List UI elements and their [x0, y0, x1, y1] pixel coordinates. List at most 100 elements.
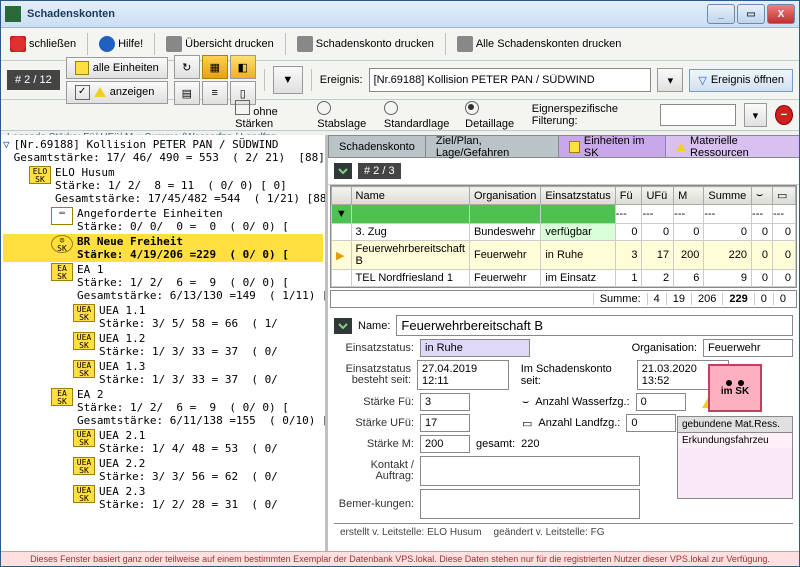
open-ereignis-button[interactable]: ▽Ereignis öffnen [689, 69, 793, 92]
toggle1-button[interactable]: ▦ [202, 55, 228, 79]
name-field[interactable]: Feuerwehrbereitschaft B [396, 315, 793, 336]
toggle2-button[interactable]: ◧ [230, 55, 256, 79]
table-row[interactable]: TEL Nordfriesland 1Feuerwehrim Einsatz12… [332, 270, 796, 287]
col-name[interactable]: Name [351, 187, 469, 205]
stab-radio[interactable]: Stabslage [317, 101, 376, 130]
show-label: anzeigen [110, 86, 155, 98]
tree-uea13[interactable]: UEASKUEA 1.3Stärke: 1/ 3/ 33 = 37 ( 0/ [3, 359, 323, 387]
tree-uea12[interactable]: UEASKUEA 1.2Stärke: 1/ 3/ 33 = 37 ( 0/ [3, 331, 323, 359]
ereignis-label: Ereignis: [320, 74, 363, 86]
app-icon [5, 6, 21, 22]
detail-footer: erstellt v. Leitstelle: ELO Husum geände… [334, 523, 793, 552]
tree-angeforderte[interactable]: ▭Angeforderte EinheitenStärke: 0/ 0/ 0 =… [3, 206, 323, 234]
grid-button[interactable]: ▤ [174, 81, 200, 105]
minimize-button[interactable]: _ [707, 4, 735, 24]
print-all-button[interactable]: Alle Schadenskonten drucken [452, 33, 627, 55]
m-field[interactable]: 200 [420, 435, 470, 453]
print-overview-label: Übersicht drucken [185, 38, 274, 50]
mat-row[interactable]: Erkundungsfahrzeu [678, 433, 792, 448]
print-account-button[interactable]: Schadenskonto drucken [292, 33, 439, 55]
tab-schadenskonto[interactable]: Schadenskonto [328, 135, 426, 157]
tree-ea1[interactable]: EASKEA 1Stärke: 1/ 2/ 6 = 9 ( 0/ 0) [Ges… [3, 262, 323, 303]
tab-materielle[interactable]: Materielle Ressourcen [665, 135, 799, 157]
help-button[interactable]: Hilfe! [94, 33, 148, 55]
detail-radio[interactable]: Detaillage [465, 101, 524, 130]
standard-label: Standardlage [384, 118, 449, 130]
m-label: Stärke M: [334, 438, 414, 450]
expand-button[interactable] [334, 318, 352, 334]
col-status[interactable]: Einsatzstatus [541, 187, 615, 205]
filter-row[interactable]: ▼ ------------------ [332, 205, 796, 224]
close-icon [10, 36, 26, 52]
kontakt-label: Kontakt / Auftrag: [334, 460, 414, 482]
refresh-button[interactable]: ↻ [174, 55, 200, 79]
ea-icon: EASK [51, 388, 73, 406]
nav-toolbar: # 2 / 12 alle Einheiten ✓anzeigen ↻ ▦ ◧ … [1, 61, 799, 100]
show-button[interactable]: ✓anzeigen [66, 81, 168, 104]
tree-uea11[interactable]: UEASKUEA 1.1Stärke: 3/ 5/ 58 = 66 ( 1/ [3, 303, 323, 331]
tab-ziel-plan[interactable]: Ziel/Plan, Lage/Gefahren [425, 135, 559, 157]
kontakt-field[interactable] [420, 456, 640, 486]
mat-header: gebundene Mat.Ress. [678, 417, 792, 433]
ufu-field[interactable]: 17 [420, 414, 470, 432]
maximize-button[interactable]: ▭ [737, 4, 765, 24]
table-row[interactable]: ▶Feuerwehrbereitschaft BFeuerwehrin Ruhe… [332, 241, 796, 270]
status-field[interactable]: in Ruhe [420, 339, 530, 357]
filter-funnel-button[interactable]: ▼ [273, 66, 303, 94]
tree-uea21[interactable]: UEASKUEA 2.1Stärke: 1/ 4/ 48 = 53 ( 0/ [3, 428, 323, 456]
bem-field[interactable] [420, 489, 640, 519]
col-fu[interactable]: Fü [615, 187, 642, 205]
col-sum[interactable]: Summe [704, 187, 752, 205]
filter-toolbar: ohne Stärken Stabslage Standardlage Deta… [1, 100, 799, 131]
close-window-button[interactable]: X [767, 4, 795, 24]
close-label: schließen [29, 38, 76, 50]
collapse-button[interactable] [334, 163, 352, 179]
pdf-icon [457, 36, 473, 52]
lf-field[interactable]: 0 [626, 414, 676, 432]
ereignis-select[interactable] [369, 68, 652, 92]
all-units-button[interactable]: alle Einheiten [66, 57, 168, 79]
record-nav: # 2 / 12 [7, 70, 60, 90]
org-field[interactable]: Feuerwehr [703, 339, 793, 357]
tab-einheiten[interactable]: Einheiten im SK [558, 135, 666, 157]
standard-radio[interactable]: Standardlage [384, 101, 457, 130]
detail-panel: Schadenskonto Ziel/Plan, Lage/Gefahren E… [328, 135, 799, 552]
ohne-check[interactable]: ohne Stärken [235, 100, 309, 130]
print-overview-button[interactable]: Übersicht drucken [161, 33, 279, 55]
elo-icon: ELOSK [29, 166, 51, 184]
status-label: Einsatzstatus: [334, 342, 414, 354]
table-row[interactable]: 3. ZugBundeswehrverfügbar000000 [332, 224, 796, 241]
list-button[interactable]: ≡ [202, 81, 228, 105]
close-button[interactable]: schließen [5, 33, 81, 55]
col-ufu[interactable]: UFü [642, 187, 674, 205]
pdf-icon [297, 36, 313, 52]
grid-nav: # 2 / 3 [328, 158, 799, 185]
detail-form: Name: Feuerwehrbereitschaft B Einsatzsta… [328, 308, 799, 552]
col-water-icon[interactable]: ⌣ [752, 187, 773, 205]
col-m[interactable]: M [674, 187, 704, 205]
clear-filter-button[interactable]: − [775, 105, 793, 125]
tree-root[interactable]: ▽[Nr.69188] Kollision PETER PAN / SÜDWIN… [3, 137, 323, 165]
uea-icon: UEASK [73, 332, 95, 350]
filter-label: Eignerspezifische Filterung: [532, 103, 652, 127]
tree-uea22[interactable]: UEASKUEA 2.2Stärke: 3/ 3/ 56 = 62 ( 0/ [3, 456, 323, 484]
col-land-icon[interactable]: ▭ [773, 187, 796, 205]
tree-ea2[interactable]: EASKEA 2Stärke: 1/ 2/ 6 = 9 ( 0/ 0) [Ges… [3, 387, 323, 428]
status-bar: Dieses Fenster basiert ganz oder teilwei… [1, 551, 799, 566]
fu-field[interactable]: 3 [420, 393, 470, 411]
filter-input[interactable] [660, 104, 736, 126]
wf-label: Anzahl Wasserfzg.: [535, 396, 629, 408]
tab-bar: Schadenskonto Ziel/Plan, Lage/Gefahren E… [328, 135, 799, 158]
ea-icon: EASK [51, 263, 73, 281]
tree-br-neue-freiheit[interactable]: ☺SKBR Neue FreiheitStärke: 4/19/206 =229… [3, 234, 323, 262]
titlebar: Schadenskonten _ ▭ X [1, 1, 799, 28]
ereignis-dropdown-button[interactable]: ▾ [657, 68, 683, 92]
uea-icon: UEASK [73, 485, 95, 503]
since-field[interactable]: 27.04.2019 12:11 [417, 360, 509, 390]
col-org[interactable]: Organisation [469, 187, 540, 205]
sum-row: Summe: 41920622900 [330, 290, 797, 308]
filter-dropdown-button[interactable]: ▾ [744, 103, 767, 127]
tree-elo[interactable]: ELOSKELO HusumStärke: 1/ 2/ 8 = 11 ( 0/ … [3, 165, 323, 206]
tree-uea23[interactable]: UEASKUEA 2.3Stärke: 1/ 2/ 28 = 31 ( 0/ [3, 484, 323, 512]
pdf-icon [166, 36, 182, 52]
